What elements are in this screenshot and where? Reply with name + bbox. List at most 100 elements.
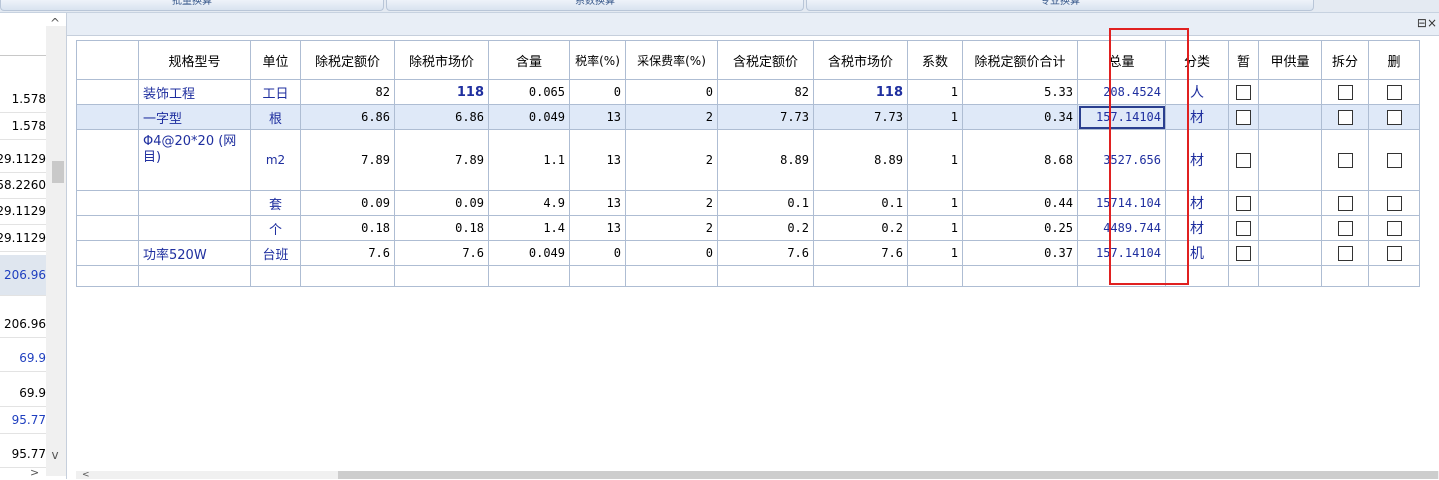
empty-cell[interactable] — [625, 265, 718, 287]
procurement-fee-rate-cell[interactable]: 0 — [625, 79, 718, 105]
total-quantity-cell[interactable]: 4489.744 — [1077, 215, 1166, 241]
base-price-in-tax-cell[interactable]: 82 — [717, 79, 814, 105]
owner-supplied-cell[interactable] — [1258, 215, 1322, 241]
blank-cell[interactable] — [76, 215, 139, 241]
owner-supplied-cell[interactable] — [1258, 190, 1322, 216]
left-list-item[interactable]: 29.1129 — [0, 225, 46, 252]
base-price-total-cell[interactable]: 5.33 — [962, 79, 1078, 105]
market-price-in-tax-cell[interactable]: 0.2 — [813, 215, 908, 241]
base-price-ex-tax-cell[interactable]: 6.86 — [300, 104, 395, 130]
empty-cell[interactable] — [138, 265, 251, 287]
owner-supplied-cell[interactable] — [1258, 129, 1322, 191]
market-price-ex-tax-cell[interactable]: 118 — [394, 79, 489, 105]
split-header[interactable]: 拆分 — [1321, 40, 1369, 80]
provisional-header[interactable]: 暂 — [1228, 40, 1259, 80]
base-price-total-cell[interactable]: 0.37 — [962, 240, 1078, 266]
base-price-in-tax-header[interactable]: 含税定额价 — [717, 40, 814, 80]
content-cell[interactable]: 1.1 — [488, 129, 570, 191]
spec-cell[interactable]: Φ4@20*20 (网目) — [138, 129, 251, 191]
tax-rate-header[interactable]: 税率(%) — [569, 40, 626, 80]
empty-cell[interactable] — [76, 265, 139, 287]
market-price-in-tax-cell[interactable]: 7.6 — [813, 240, 908, 266]
base-price-ex-tax-cell[interactable]: 7.89 — [300, 129, 395, 191]
left-list-item[interactable]: 95.77 — [0, 441, 46, 468]
empty-cell[interactable] — [300, 265, 395, 287]
content-cell[interactable]: 0.049 — [488, 240, 570, 266]
owner-supplied-cell[interactable] — [1258, 240, 1322, 266]
empty-cell[interactable] — [1165, 265, 1229, 287]
delete-header[interactable]: 删 — [1368, 40, 1420, 80]
left-list-scroll-thumb[interactable] — [52, 161, 64, 183]
provisional-checkbox[interactable] — [1236, 109, 1251, 125]
owner-supplied-header[interactable]: 甲供量 — [1258, 40, 1322, 80]
left-list-item[interactable]: 95.77 — [0, 407, 46, 434]
base-price-total-header[interactable]: 除税定额价合计 — [962, 40, 1078, 80]
unit-cell[interactable]: 个 — [250, 215, 301, 241]
tax-rate-cell[interactable]: 13 — [569, 104, 626, 130]
procurement-fee-rate-cell[interactable]: 2 — [625, 190, 718, 216]
coefficient-cell[interactable]: 1 — [907, 215, 963, 241]
blank-cell[interactable] — [76, 104, 139, 130]
table-row[interactable]: 装饰工程 工日 82 118 0.065 0 0 82 118 1 5.33 208.4524 人 — [76, 79, 1420, 105]
coefficient-cell[interactable]: 1 — [907, 79, 963, 105]
split-checkbox[interactable] — [1337, 109, 1353, 125]
total-quantity-cell[interactable]: 157.14104 — [1077, 240, 1166, 266]
market-price-ex-tax-header[interactable]: 除税市场价 — [394, 40, 489, 80]
base-price-in-tax-cell[interactable]: 0.1 — [717, 190, 814, 216]
content-cell[interactable]: 0.065 — [488, 79, 570, 105]
blank-cell[interactable] — [76, 79, 139, 105]
spec-cell[interactable]: 功率520W — [138, 240, 251, 266]
category-cell[interactable]: 机 — [1165, 240, 1229, 266]
left-list-item[interactable]: 69.9 — [0, 345, 46, 372]
procurement-fee-rate-cell[interactable]: 2 — [625, 104, 718, 130]
category-cell[interactable]: 材 — [1165, 190, 1229, 216]
market-price-ex-tax-cell[interactable]: 0.18 — [394, 215, 489, 241]
horizontal-scrollbar[interactable] — [76, 471, 1439, 479]
coefficient-cell[interactable]: 1 — [907, 104, 963, 130]
coefficient-cell[interactable]: 1 — [907, 190, 963, 216]
coefficient-header[interactable]: 系数 — [907, 40, 963, 80]
split-checkbox[interactable] — [1337, 245, 1353, 261]
left-list-item[interactable]: 1.578 — [0, 86, 46, 113]
delete-checkbox[interactable] — [1386, 195, 1402, 211]
blank-cell[interactable] — [76, 190, 139, 216]
base-price-in-tax-cell[interactable]: 7.6 — [717, 240, 814, 266]
market-price-in-tax-cell[interactable]: 0.1 — [813, 190, 908, 216]
scroll-down-icon[interactable]: v — [48, 449, 62, 461]
empty-cell[interactable] — [962, 265, 1078, 287]
empty-cell[interactable] — [250, 265, 301, 287]
base-price-in-tax-cell[interactable]: 0.2 — [717, 215, 814, 241]
procurement-fee-rate-cell[interactable]: 2 — [625, 129, 718, 191]
scroll-up-icon[interactable]: ^ — [48, 17, 62, 29]
delete-checkbox[interactable] — [1386, 84, 1402, 100]
market-price-ex-tax-cell[interactable]: 7.6 — [394, 240, 489, 266]
base-price-total-cell[interactable]: 0.44 — [962, 190, 1078, 216]
delete-checkbox[interactable] — [1386, 109, 1402, 125]
market-price-in-tax-header[interactable]: 含税市场价 — [813, 40, 908, 80]
empty-cell[interactable] — [717, 265, 814, 287]
specialty-convert-button[interactable]: 专业换算 — [806, 0, 1314, 11]
unit-cell[interactable]: 工日 — [250, 79, 301, 105]
delete-checkbox[interactable] — [1386, 245, 1402, 261]
coefficient-cell[interactable]: 1 — [907, 129, 963, 191]
empty-cell[interactable] — [1368, 265, 1420, 287]
split-checkbox[interactable] — [1337, 195, 1353, 211]
provisional-checkbox[interactable] — [1236, 245, 1251, 261]
empty-row[interactable] — [76, 265, 1420, 287]
horizontal-scroll-thumb[interactable] — [338, 471, 1438, 479]
base-price-ex-tax-cell[interactable]: 7.6 — [300, 240, 395, 266]
market-price-ex-tax-cell[interactable]: 0.09 — [394, 190, 489, 216]
left-list-item[interactable]: 206.96 — [0, 255, 46, 296]
market-price-in-tax-cell[interactable]: 118 — [813, 79, 908, 105]
tax-rate-cell[interactable]: 0 — [569, 240, 626, 266]
left-list-item[interactable]: 206.96 — [0, 311, 46, 338]
tax-rate-cell[interactable]: 0 — [569, 79, 626, 105]
total-quantity-cell[interactable]: 208.4524 — [1077, 79, 1166, 105]
market-price-ex-tax-cell[interactable]: 6.86 — [394, 104, 489, 130]
tax-rate-cell[interactable]: 13 — [569, 190, 626, 216]
total-quantity-cell[interactable]: 15714.104 — [1077, 190, 1166, 216]
unit-cell[interactable]: 根 — [250, 104, 301, 130]
owner-supplied-cell[interactable] — [1258, 104, 1322, 130]
table-row[interactable]: 个 0.18 0.18 1.4 13 2 0.2 0.2 1 0.25 4489.744 材 — [76, 215, 1420, 241]
spec-header[interactable]: 规格型号 — [138, 40, 251, 80]
